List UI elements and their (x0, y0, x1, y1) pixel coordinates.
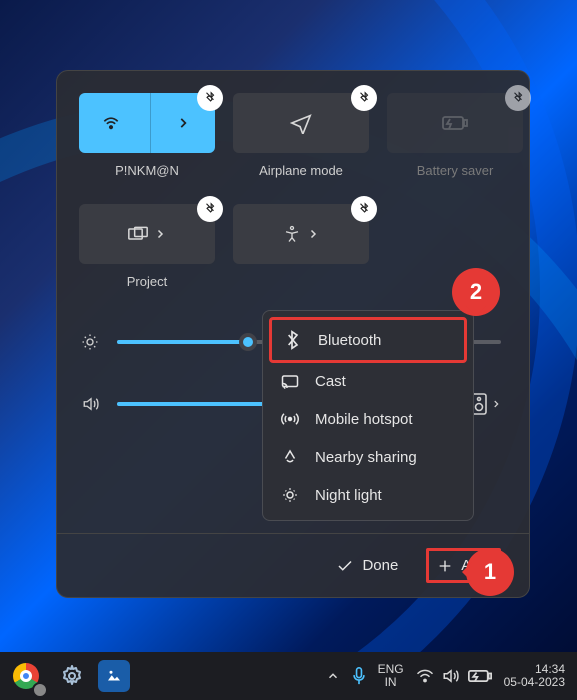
add-context-menu: Bluetooth Cast Mobile hotspot Nearby sha… (262, 310, 474, 521)
done-button[interactable]: Done (336, 557, 398, 575)
chevron-right-icon (154, 228, 166, 240)
accessibility-tile[interactable] (233, 204, 369, 264)
taskbar-chrome[interactable] (6, 656, 46, 696)
taskbar-settings[interactable] (52, 656, 92, 696)
project-tile[interactable] (79, 204, 215, 264)
taskbar: ENG IN 14:34 05-04-2023 (0, 652, 577, 700)
unpin-icon (203, 202, 217, 216)
wifi-icon (101, 113, 121, 133)
menu-item-cast[interactable]: Cast (269, 363, 467, 400)
brightness-icon (81, 333, 103, 351)
unpin-icon (203, 91, 217, 105)
battery-icon (468, 669, 492, 683)
taskbar-photos[interactable] (98, 660, 130, 692)
project-tile-label: Project (127, 274, 167, 289)
microphone-icon (352, 667, 366, 685)
unpin-badge[interactable] (197, 85, 223, 111)
menu-item-label: Mobile hotspot (315, 411, 413, 428)
plus-icon (437, 558, 453, 574)
photos-icon (105, 667, 123, 685)
airplane-tile[interactable] (233, 93, 369, 153)
battery-saver-icon (442, 113, 468, 133)
chevron-up-icon (326, 669, 340, 683)
menu-item-nearby[interactable]: Nearby sharing (269, 438, 467, 476)
unpin-badge[interactable] (351, 196, 377, 222)
gear-icon (60, 664, 84, 688)
chevron-right-icon (307, 228, 319, 240)
tray-microphone[interactable] (352, 667, 366, 685)
menu-item-label: Nearby sharing (315, 449, 417, 466)
check-icon (336, 557, 354, 575)
project-icon (128, 226, 148, 242)
tile-row-2: Project (79, 204, 507, 289)
wifi-toggle-half[interactable] (79, 93, 144, 153)
unpin-icon (511, 91, 525, 105)
menu-item-hotspot[interactable]: Mobile hotspot (269, 400, 467, 438)
night-light-icon (281, 486, 301, 504)
battery-saver-tile[interactable] (387, 93, 523, 153)
menu-item-bluetooth[interactable]: Bluetooth (269, 317, 467, 363)
tray-language[interactable]: ENG IN (378, 663, 404, 689)
menu-item-nightlight[interactable]: Night light (269, 476, 467, 514)
profile-avatar-icon (32, 682, 48, 698)
wifi-tile[interactable] (79, 93, 215, 153)
menu-item-label: Cast (315, 373, 346, 390)
wifi-tile-label: P!NKM@N (115, 163, 179, 178)
volume-icon (442, 668, 460, 684)
annotation-callout-1: 1 (466, 548, 514, 596)
cast-icon (281, 374, 301, 390)
chevron-right-icon (491, 399, 501, 409)
wifi-icon (416, 669, 434, 683)
unpin-badge[interactable] (351, 85, 377, 111)
hotspot-icon (281, 410, 301, 428)
tray-overflow-button[interactable] (326, 669, 340, 683)
airplane-icon (290, 112, 312, 134)
volume-icon (81, 395, 103, 413)
menu-item-label: Bluetooth (318, 332, 381, 349)
airplane-tile-label: Airplane mode (259, 163, 343, 178)
chevron-right-icon (176, 116, 190, 130)
annotation-callout-2: 2 (452, 268, 500, 316)
tray-clock[interactable]: 14:34 05-04-2023 (504, 663, 565, 689)
tile-row-1: P!NKM@N Airplane mode Battery saver (79, 93, 507, 178)
tray-system-icons[interactable] (416, 668, 492, 684)
menu-item-label: Night light (315, 487, 382, 504)
bluetooth-icon (284, 330, 304, 350)
done-label: Done (362, 557, 398, 574)
unpin-badge[interactable] (197, 196, 223, 222)
unpin-badge[interactable] (505, 85, 531, 111)
battery-saver-tile-label: Battery saver (417, 163, 494, 178)
audio-output-button[interactable] (471, 393, 501, 415)
nearby-sharing-icon (281, 448, 301, 466)
accessibility-icon (283, 225, 301, 243)
unpin-icon (357, 91, 371, 105)
unpin-icon (357, 202, 371, 216)
